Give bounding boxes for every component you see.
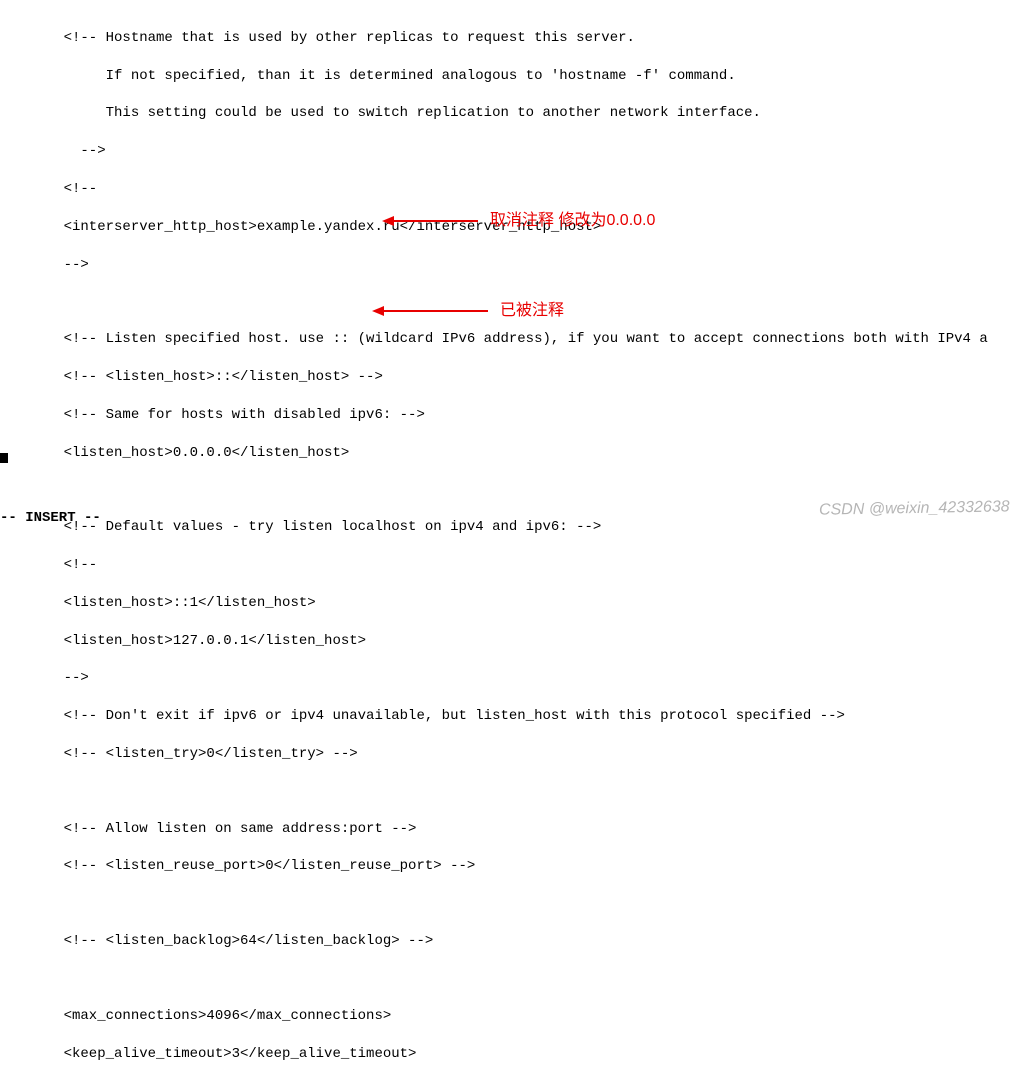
code-line: <!-- <listen_try>0</listen_try> --> xyxy=(30,745,1020,764)
code-line: <!-- <listen_host>::</listen_host> --> xyxy=(30,368,1020,387)
code-line: <!-- Hostname that is used by other repl… xyxy=(30,29,1020,48)
code-line: <!-- Don't exit if ipv6 or ipv4 unavaila… xyxy=(30,707,1020,726)
code-line: <!-- Allow listen on same address:port -… xyxy=(30,820,1020,839)
code-line: <!-- Listen specified host. use :: (wild… xyxy=(30,330,1020,349)
code-line: <listen_host>0.0.0.0</listen_host> xyxy=(30,444,1020,463)
code-line: <!-- <listen_reuse_port>0</listen_reuse_… xyxy=(30,857,1020,876)
cursor-mark xyxy=(0,453,8,463)
vim-mode-status: -- INSERT -- xyxy=(0,509,101,528)
code-line: <!-- xyxy=(30,180,1020,199)
code-line: <keep_alive_timeout>3</keep_alive_timeou… xyxy=(30,1045,1020,1064)
code-line: <max_connections>4096</max_connections> xyxy=(30,1007,1020,1026)
code-line xyxy=(30,783,1020,801)
code-line: If not specified, than it is determined … xyxy=(30,67,1020,86)
code-line: --> xyxy=(30,669,1020,688)
code-line: <!-- xyxy=(30,556,1020,575)
watermark: CSDN @weixin_42332638 xyxy=(819,497,1010,522)
code-line: <!-- <listen_backlog>64</listen_backlog>… xyxy=(30,932,1020,951)
code-line: <!-- Same for hosts with disabled ipv6: … xyxy=(30,406,1020,425)
code-line xyxy=(30,970,1020,988)
code-line xyxy=(30,481,1020,499)
code-line: <!-- Default values - try listen localho… xyxy=(30,518,1020,537)
code-editor[interactable]: <!-- Hostname that is used by other repl… xyxy=(0,0,1020,1068)
code-line: --> xyxy=(30,142,1020,161)
code-line: This setting could be used to switch rep… xyxy=(30,104,1020,123)
code-line: <listen_host>127.0.0.1</listen_host> xyxy=(30,632,1020,651)
code-line: <listen_host>::1</listen_host> xyxy=(30,594,1020,613)
code-line: <interserver_http_host>example.yandex.ru… xyxy=(30,218,1020,237)
code-line: --> xyxy=(30,256,1020,275)
code-line xyxy=(30,293,1020,311)
code-line xyxy=(30,895,1020,913)
